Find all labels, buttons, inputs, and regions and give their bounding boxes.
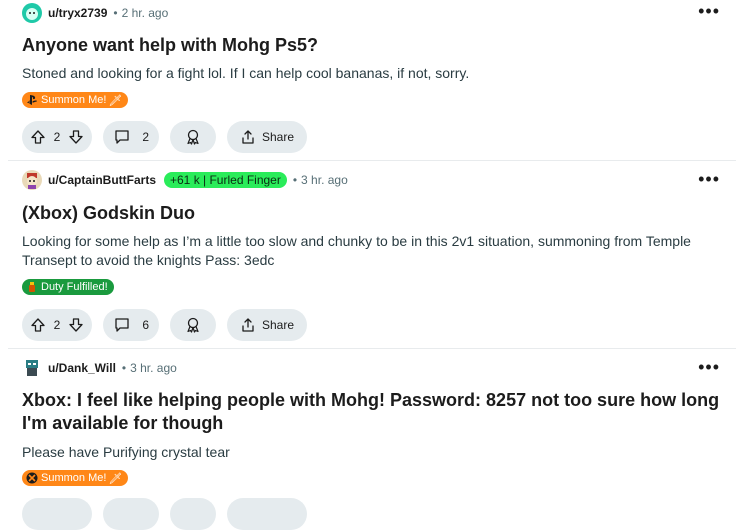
avatar[interactable] xyxy=(22,3,42,23)
timestamp: 3 hr. ago xyxy=(130,361,177,375)
share-button[interactable]: Share xyxy=(227,121,307,153)
username[interactable]: u/tryx2739 xyxy=(48,6,107,20)
post-divider xyxy=(8,348,736,349)
post-flair-label: Duty Fulfilled! xyxy=(41,281,108,293)
username[interactable]: u/CaptainButtFarts xyxy=(48,173,156,187)
post-title[interactable]: Anyone want help with Mohg Ps5? xyxy=(22,34,722,57)
post-actions: 2 6 Share xyxy=(22,309,307,341)
more-options-icon[interactable]: ••• xyxy=(698,358,720,376)
flair-emoji-icon: 🗡 xyxy=(108,94,123,107)
award-button[interactable] xyxy=(170,121,216,153)
upvote-icon[interactable] xyxy=(30,317,46,333)
comment-count: 2 xyxy=(142,130,149,144)
post-actions xyxy=(22,498,307,530)
post-flair-label: Summon Me! xyxy=(41,472,107,484)
user-flair: +61 k | Furled Finger xyxy=(164,172,287,188)
comment-count: 6 xyxy=(142,318,149,332)
downvote-icon[interactable] xyxy=(68,129,84,145)
share-label: Share xyxy=(261,318,295,332)
downvote-icon[interactable] xyxy=(68,317,84,333)
avatar[interactable] xyxy=(22,358,42,378)
separator-dot: • xyxy=(113,6,118,20)
post-flair[interactable]: Summon Me! 🗡 xyxy=(22,92,129,108)
comment-icon xyxy=(113,128,131,146)
post-body: Looking for some help as I’m a little to… xyxy=(22,233,691,268)
separator-dot: • xyxy=(121,361,127,375)
post-1-meta: u/tryx2739 • 2 hr. ago xyxy=(22,2,168,24)
separator-dot: • xyxy=(292,173,298,187)
vote-control: 2 xyxy=(22,121,92,153)
post-3-meta: u/Dank_Will • 3 hr. ago xyxy=(22,357,177,379)
award-icon xyxy=(184,316,202,334)
share-icon xyxy=(240,317,256,333)
vote-count: 2 xyxy=(53,318,61,332)
timestamp: 2 hr. ago xyxy=(121,6,169,20)
playstation-icon xyxy=(26,94,38,106)
post-actions: 2 2 Share xyxy=(22,121,307,153)
share-label: Share xyxy=(261,130,295,144)
more-options-icon[interactable]: ••• xyxy=(698,2,720,20)
post-body: Please have Purifying crystal tear xyxy=(22,444,230,460)
upvote-icon[interactable] xyxy=(30,129,46,145)
flair-emoji-icon: 🗡 xyxy=(108,472,123,485)
timestamp: 3 hr. ago xyxy=(301,173,348,187)
post-title[interactable]: Xbox: I feel like helping people with Mo… xyxy=(22,389,722,435)
more-options-icon[interactable]: ••• xyxy=(698,170,720,188)
post-title[interactable]: (Xbox) Godskin Duo xyxy=(22,202,722,225)
vote-count: 2 xyxy=(53,130,61,144)
post-flair[interactable]: Summon Me! 🗡 xyxy=(22,470,129,486)
post-divider xyxy=(8,160,736,161)
award-icon xyxy=(184,128,202,146)
share-button[interactable]: Share xyxy=(227,309,307,341)
comments-button[interactable] xyxy=(103,498,159,530)
post-body: Stoned and looking for a fight lol. If I… xyxy=(22,65,470,81)
username[interactable]: u/Dank_Will xyxy=(48,361,116,375)
post-2-meta: u/CaptainButtFarts +61 k | Furled Finger… xyxy=(22,169,348,191)
avatar[interactable] xyxy=(22,170,42,190)
post-flair-label: Summon Me! xyxy=(41,94,107,106)
xbox-icon xyxy=(26,472,38,484)
share-icon xyxy=(240,129,256,145)
vote-control xyxy=(22,498,92,530)
vote-control: 2 xyxy=(22,309,92,341)
award-button[interactable] xyxy=(170,309,216,341)
comments-button[interactable]: 2 xyxy=(103,121,159,153)
comment-icon xyxy=(113,316,131,334)
comments-button[interactable]: 6 xyxy=(103,309,159,341)
share-button[interactable] xyxy=(227,498,307,530)
award-button[interactable] xyxy=(170,498,216,530)
post-flair[interactable]: Duty Fulfilled! xyxy=(22,279,114,295)
potion-icon xyxy=(26,281,38,293)
